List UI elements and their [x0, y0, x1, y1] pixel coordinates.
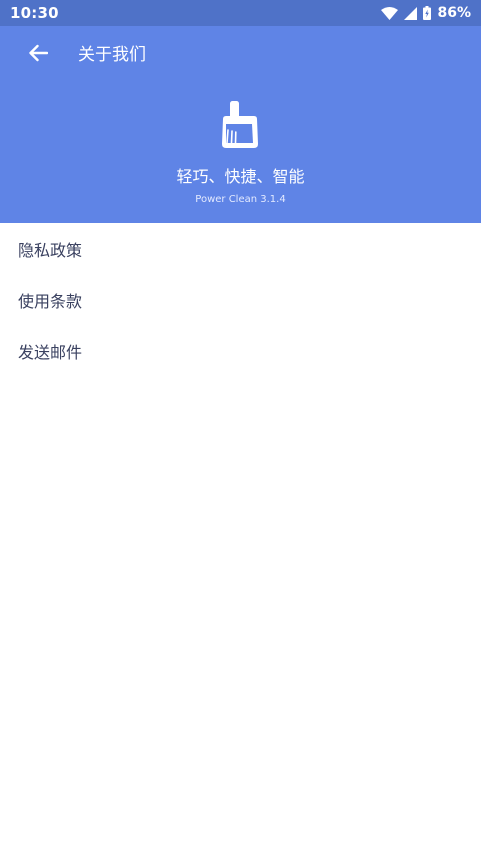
status-time: 10:30 [10, 4, 59, 22]
status-bar: 10:30 86% [0, 0, 481, 26]
menu-item-terms-of-use[interactable]: 使用条款 [0, 274, 481, 325]
menu-item-label: 发送邮件 [18, 342, 83, 362]
toolbar: 关于我们 [0, 26, 481, 84]
menu-item-privacy-policy[interactable]: 隐私政策 [0, 223, 481, 274]
screen: 10:30 86% 关于我们 轻巧、快捷、智能 Power Clean 3.1.… [0, 0, 481, 855]
about-header: 关于我们 轻巧、快捷、智能 Power Clean 3.1.4 [0, 26, 481, 223]
wifi-icon [381, 6, 399, 20]
status-icons: 86% [381, 5, 471, 21]
app-slogan: 轻巧、快捷、智能 [176, 167, 305, 186]
signal-icon [404, 6, 418, 20]
menu-item-label: 使用条款 [18, 291, 83, 311]
app-version: Power Clean 3.1.4 [195, 194, 286, 205]
menu-item-label: 隐私政策 [18, 240, 83, 260]
page-title: 关于我们 [78, 45, 146, 65]
back-button[interactable] [20, 37, 56, 73]
battery-icon [423, 6, 432, 20]
about-menu-list: 隐私政策 使用条款 发送邮件 [0, 223, 481, 376]
battery-percent: 86% [437, 5, 471, 21]
arrow-left-icon [28, 44, 49, 66]
broom-icon [216, 100, 264, 152]
menu-item-send-email[interactable]: 发送邮件 [0, 325, 481, 376]
